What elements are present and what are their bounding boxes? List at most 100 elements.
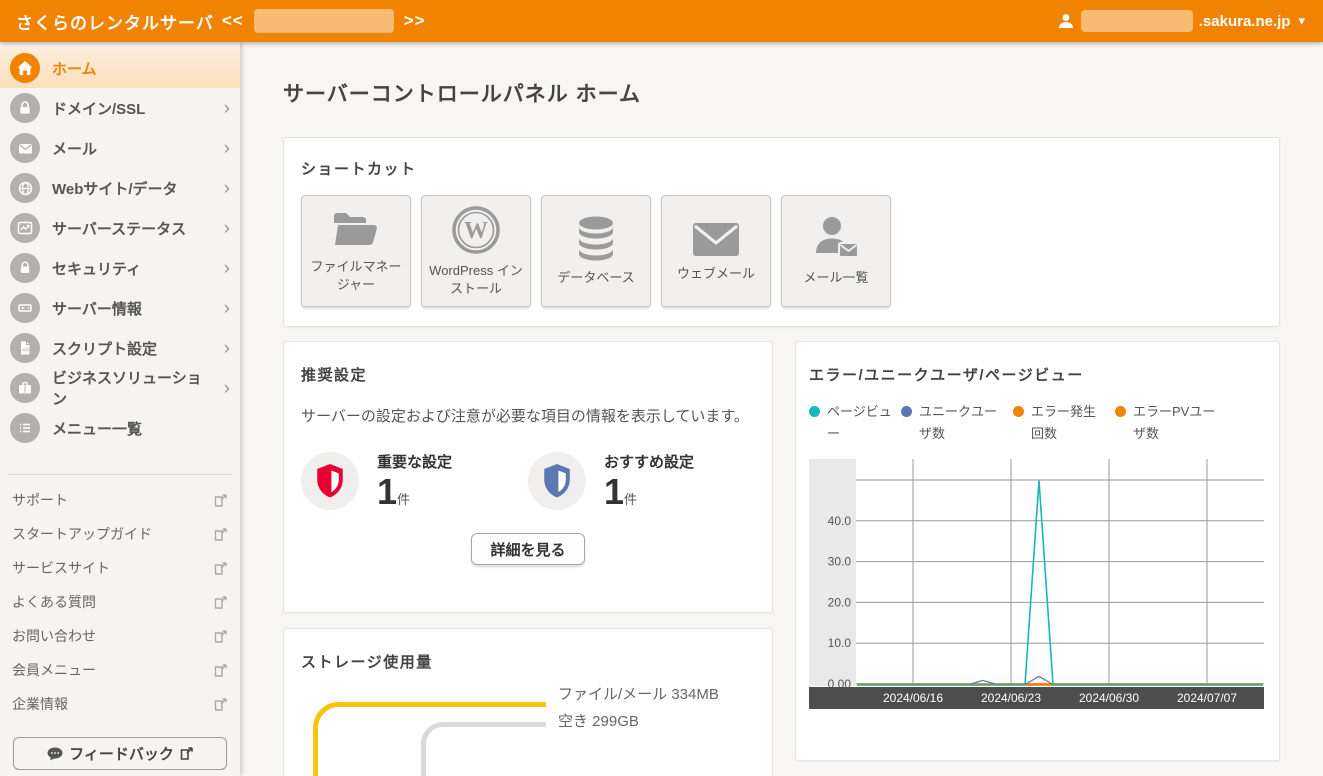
external-link-icon: [213, 595, 228, 610]
sidebar-link-label: 企業情報: [12, 694, 68, 714]
sidebar-item-security[interactable]: セキュリティ ›: [0, 248, 240, 288]
recommended-settings-card: 推奨設定 サーバーの設定および注意が必要な項目の情報を表示しています。 重要な設…: [283, 341, 773, 613]
sidebar-item-label: ビジネスソリューション: [52, 367, 212, 409]
chevron-right-icon: ›: [224, 259, 230, 278]
sidebar-item-label: スクリプト設定: [52, 338, 157, 359]
sidebar-link-company-info[interactable]: 企業情報: [0, 687, 240, 721]
app-title: さくらのレンタルサーバ: [16, 9, 214, 34]
sidebar-item-mail[interactable]: メール ›: [0, 128, 240, 168]
sidebar-link-member-menu[interactable]: 会員メニュー: [0, 653, 240, 687]
important-settings-group: 重要な設定 1件: [301, 451, 528, 512]
app-header: さくらのレンタルサーバ << >> .sakura.ne.jp ▾: [0, 0, 1323, 42]
server-status-icon: [10, 213, 40, 243]
feedback-button[interactable]: フィードバック: [13, 737, 227, 770]
shortcut-tiles: ファイルマネージャー W WordPress インストール データベース ウェブ…: [301, 195, 1262, 307]
sidebar-link-label: 会員メニュー: [12, 660, 96, 680]
chevron-right-icon: ›: [224, 299, 230, 318]
sidebar-link-service-site[interactable]: サービスサイト: [0, 551, 240, 585]
business-solution-icon: [10, 373, 40, 403]
external-link-icon: [213, 697, 228, 712]
chevron-right-icon: ›: [224, 99, 230, 118]
sidebar-item-label: サーバー情報: [52, 298, 142, 319]
person-icon: [1057, 12, 1075, 30]
storage-title: ストレージ使用量: [301, 651, 755, 672]
sidebar-link-support[interactable]: サポート: [0, 483, 240, 517]
sidebar-item-label: ホーム: [52, 58, 97, 79]
shortcut-file-manager[interactable]: ファイルマネージャー: [301, 195, 411, 307]
database-icon: [571, 215, 621, 263]
svg-text:20.0: 20.0: [828, 596, 852, 610]
chart-legend: ページビュー ユニークユーザ数 エラー発生回数 エラーPVユーザ数: [809, 401, 1265, 445]
script-settings-icon: </>: [10, 333, 40, 363]
storage-usage-card: ストレージ使用量 ファイル/メール 334MB 空き 299GB: [283, 628, 773, 776]
svg-text:2024/06/16: 2024/06/16: [883, 691, 943, 705]
sidebar-item-server-status[interactable]: サーバーステータス ›: [0, 208, 240, 248]
svg-text:10.0: 10.0: [828, 636, 852, 650]
important-settings-label: 重要な設定: [377, 451, 452, 472]
sidebar-item-website-data[interactable]: Webサイト/データ ›: [0, 168, 240, 208]
chevron-right-icon: ›: [224, 219, 230, 238]
svg-text:W: W: [464, 218, 488, 244]
svg-text:40.0: 40.0: [828, 514, 852, 528]
see-details-button[interactable]: 詳細を見る: [471, 533, 585, 565]
chart-title: エラー/ユニークユーザ/ページビュー: [809, 364, 1265, 385]
sidebar-link-label: サービスサイト: [12, 558, 110, 578]
wordpress-icon: W: [450, 204, 502, 256]
chart-area: 0.0010.020.030.040.02024/06/162024/06/23…: [809, 459, 1265, 716]
sidebar-link-contact[interactable]: お問い合わせ: [0, 619, 240, 653]
legend-item-pageview: ページビュー: [809, 401, 901, 445]
sidebar: ホーム ドメイン/SSL › メール › Webサイト/データ › サーバーステ…: [0, 42, 240, 776]
uv-chart-svg: 0.0010.020.030.040.02024/06/162024/06/23…: [809, 459, 1264, 711]
sidebar-item-label: メール: [52, 138, 97, 159]
sidebar-link-faq[interactable]: よくある質問: [0, 585, 240, 619]
sidebar-item-server-info[interactable]: サーバー情報 ›: [0, 288, 240, 328]
storage-usage-label: ファイル/メール 334MB: [558, 681, 719, 708]
recommended-description: サーバーの設定および注意が必要な項目の情報を表示しています。: [301, 403, 755, 431]
sidebar-link-label: スタートアップガイド: [12, 524, 152, 544]
sidebar-item-script-settings[interactable]: </> スクリプト設定 ›: [0, 328, 240, 368]
legend-dot-pageview: [809, 406, 820, 417]
mail-icon: [10, 133, 40, 163]
important-shield-icon: [301, 452, 359, 510]
sidebar-link-label: よくある質問: [12, 592, 96, 612]
legend-dot-error-pv-users: [1115, 406, 1126, 417]
shortcut-webmail[interactable]: ウェブメール: [661, 195, 771, 307]
webmail-icon: [690, 219, 742, 259]
bracket-close: >>: [404, 11, 426, 31]
sidebar-item-label: セキュリティ: [52, 258, 141, 279]
sidebar-item-business-solution[interactable]: ビジネスソリューション ›: [0, 368, 240, 408]
sidebar-link-label: お問い合わせ: [12, 626, 96, 646]
account-menu[interactable]: .sakura.ne.jp ▾: [1057, 10, 1305, 32]
legend-item-unique-users: ユニークユーザ数: [901, 401, 1013, 445]
external-link-icon: [213, 561, 228, 576]
shortcut-mail-list[interactable]: メール一覧: [781, 195, 891, 307]
server-info-icon: [10, 293, 40, 323]
sidebar-divider: [8, 474, 232, 475]
sidebar-item-home[interactable]: ホーム: [0, 48, 240, 88]
shortcut-label: メール一覧: [786, 269, 886, 287]
menu-list-icon: [10, 413, 40, 443]
shortcut-label: ファイルマネージャー: [306, 258, 406, 293]
home-icon: [10, 53, 40, 83]
shortcut-wordpress-install[interactable]: W WordPress インストール: [421, 195, 531, 307]
sidebar-item-label: サーバーステータス: [52, 218, 186, 239]
recommended-settings-group: おすすめ設定 1件: [528, 451, 755, 512]
legend-item-error-pv-users: エラーPVユーザ数: [1115, 401, 1227, 445]
sidebar-item-label: メニュー一覧: [52, 418, 142, 439]
chevron-right-icon: ›: [224, 179, 230, 198]
external-link-icon: [213, 493, 228, 508]
sidebar-link-startup-guide[interactable]: スタートアップガイド: [0, 517, 240, 551]
shield-row: 重要な設定 1件 おすすめ設定 1件: [301, 451, 755, 512]
shortcut-label: WordPress インストール: [426, 262, 526, 297]
shortcut-label: データベース: [546, 269, 646, 287]
error-uu-pv-card: エラー/ユニークユーザ/ページビュー ページビュー ユニークユーザ数 エラー発生…: [795, 341, 1280, 761]
sidebar-item-menu-list[interactable]: メニュー一覧: [0, 408, 240, 448]
sidebar-item-label: ドメイン/SSL: [52, 98, 145, 119]
shortcut-database[interactable]: データベース: [541, 195, 651, 307]
mail-list-icon: [810, 215, 862, 263]
chevron-right-icon: ›: [224, 379, 230, 398]
sidebar-item-domain-ssl[interactable]: ドメイン/SSL ›: [0, 88, 240, 128]
security-icon: [10, 253, 40, 283]
main-content: サーバーコントロールパネル ホーム ショートカット ファイルマネージャー W W…: [240, 42, 1323, 776]
file-manager-icon: [330, 208, 382, 252]
